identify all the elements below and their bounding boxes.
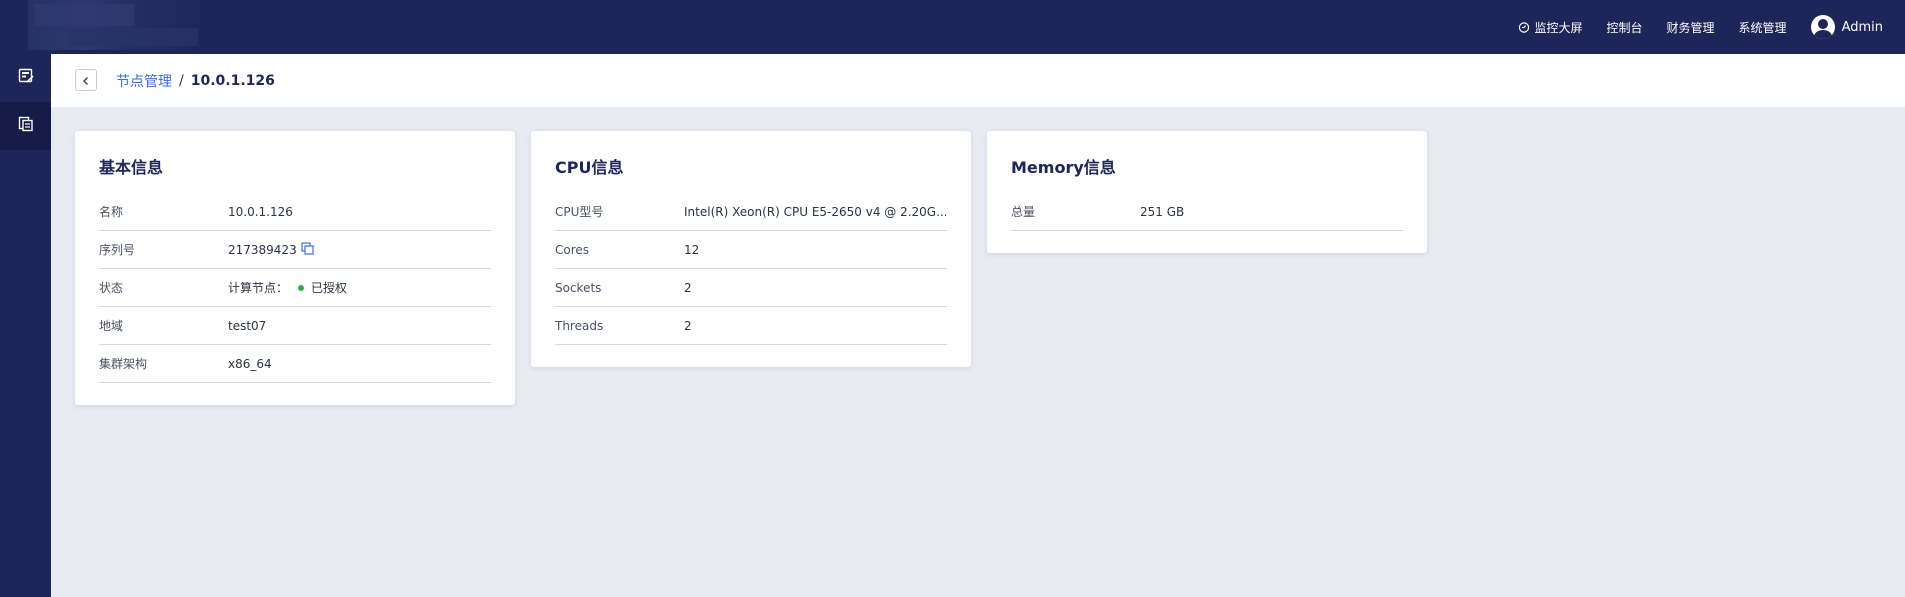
cpu-info-card: CPU信息 CPU型号 Intel(R) Xeon(R) CPU E5-2650… xyxy=(531,131,971,367)
row-label: CPU型号 xyxy=(555,205,604,219)
breadcrumb-current: 10.0.1.126 xyxy=(190,72,275,89)
info-row-status: 状态 计算节点： 已授权 xyxy=(99,269,491,307)
user-menu[interactable]: Admin xyxy=(1810,15,1883,39)
user-avatar-icon xyxy=(1810,15,1835,39)
info-row-region: 地域 test07 xyxy=(99,307,491,345)
sidebar-item-nodes[interactable] xyxy=(0,102,51,150)
row-label: 总量 xyxy=(1011,205,1036,219)
info-row-threads: Threads 2 xyxy=(555,307,947,345)
status-prefix: 计算节点： xyxy=(228,281,289,295)
row-value: 10.0.1.126 xyxy=(228,204,293,219)
nav-console[interactable]: 控制台 xyxy=(1607,19,1643,36)
user-name: Admin xyxy=(1841,19,1883,35)
info-row-arch: 集群架构 x86_64 xyxy=(99,345,491,383)
row-label: 序列号 xyxy=(99,243,136,257)
memory-info-card: Memory信息 总量 251 GB xyxy=(987,131,1427,253)
status-badge: 已授权 xyxy=(311,281,348,295)
nav-system-label: 系统管理 xyxy=(1738,20,1787,35)
nav-system[interactable]: 系统管理 xyxy=(1739,19,1787,36)
row-value: 2 xyxy=(684,280,692,295)
breadcrumb: 节点管理 / 10.0.1.126 xyxy=(116,54,275,107)
row-label: 名称 xyxy=(99,205,124,219)
row-label: Sockets xyxy=(555,280,602,295)
sidebar xyxy=(0,54,51,597)
nav-console-label: 控制台 xyxy=(1606,20,1643,35)
row-value: 251 GB xyxy=(1140,204,1185,219)
chevron-left-icon xyxy=(82,71,90,90)
info-row-name: 名称 10.0.1.126 xyxy=(99,193,491,231)
row-label: 集群架构 xyxy=(99,357,148,371)
logo xyxy=(28,0,200,50)
row-value: test07 xyxy=(228,318,267,333)
dashboard-edit-icon xyxy=(18,68,34,88)
info-row-cpu-model: CPU型号 Intel(R) Xeon(R) CPU E5-2650 v4 @ … xyxy=(555,193,947,231)
breadcrumb-node-management[interactable]: 节点管理 xyxy=(116,71,172,91)
status-value-wrap: 计算节点： 已授权 xyxy=(228,279,347,296)
info-row-serial: 序列号 217389423 xyxy=(99,231,491,269)
nav-monitor-screen[interactable]: 监控大屏 xyxy=(1518,19,1583,36)
row-value: 2 xyxy=(684,318,692,333)
row-label: Cores xyxy=(555,242,590,257)
row-value: x86_64 xyxy=(228,356,272,371)
row-value: Intel(R) Xeon(R) CPU E5-2650 v4 @ 2.20G.… xyxy=(684,204,946,219)
info-row-cores: Cores 12 xyxy=(555,231,947,269)
row-value: 12 xyxy=(684,242,700,257)
document-copy-icon xyxy=(18,116,34,136)
basic-info-card: 基本信息 名称 10.0.1.126 序列号 217389423 状态 计算节点… xyxy=(75,131,515,405)
sidebar-item-dashboard[interactable] xyxy=(0,54,51,102)
breadcrumb-separator: / xyxy=(179,72,184,89)
cpu-info-title: CPU信息 xyxy=(555,158,624,177)
back-button[interactable] xyxy=(75,69,97,91)
nav-finance[interactable]: 财务管理 xyxy=(1667,19,1715,36)
nav-monitor-label: 监控大屏 xyxy=(1534,20,1583,35)
monitor-icon xyxy=(1518,21,1530,33)
top-nav: 监控大屏 控制台 财务管理 系统管理 Admin xyxy=(1518,0,1883,54)
basic-info-title: 基本信息 xyxy=(99,158,164,177)
row-value: 217389423 xyxy=(228,242,297,257)
row-label: 地域 xyxy=(99,319,124,333)
info-row-sockets: Sockets 2 xyxy=(555,269,947,307)
memory-info-title: Memory信息 xyxy=(1011,158,1116,177)
serial-value-wrap: 217389423 xyxy=(228,241,314,258)
top-navbar: 监控大屏 控制台 财务管理 系统管理 Admin xyxy=(0,0,1905,54)
info-row-memory-total: 总量 251 GB xyxy=(1011,193,1403,231)
row-label: 状态 xyxy=(99,281,124,295)
row-label: Threads xyxy=(555,318,604,333)
breadcrumb-bar: 节点管理 / 10.0.1.126 xyxy=(51,54,1905,107)
copy-icon[interactable] xyxy=(301,241,314,258)
status-dot-icon xyxy=(298,284,305,291)
nav-finance-label: 财务管理 xyxy=(1666,20,1715,35)
